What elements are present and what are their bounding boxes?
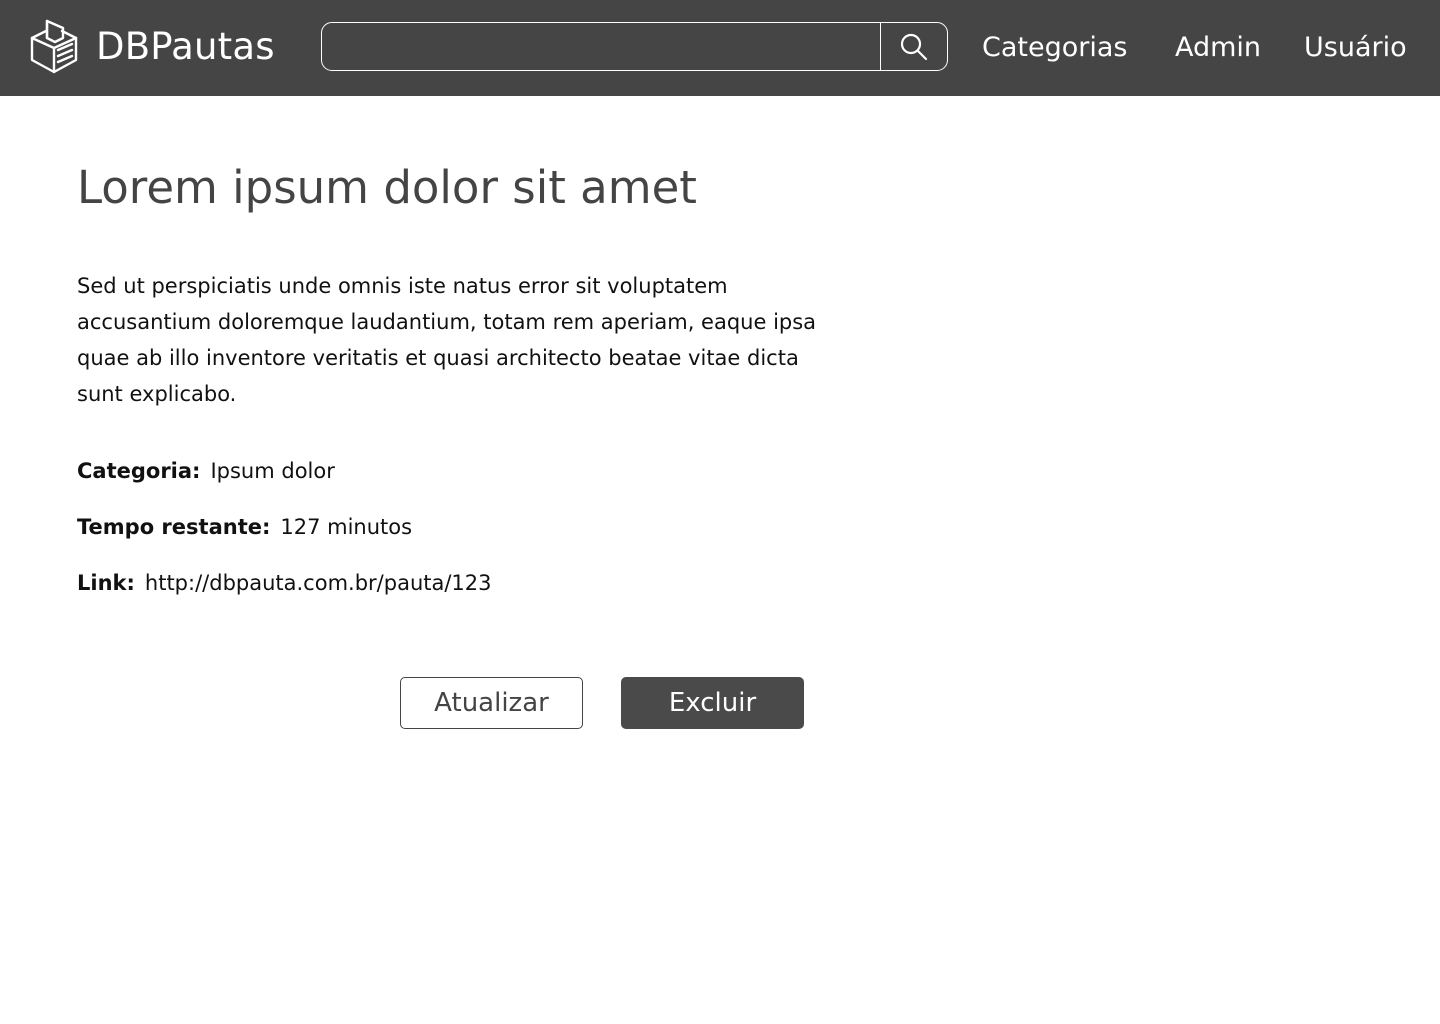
categoria-value: Ipsum dolor (210, 459, 335, 483)
pauta-description: Sed ut perspiciatis unde omnis iste natu… (77, 274, 817, 406)
link-label: Link: (77, 571, 135, 595)
delete-button[interactable]: Excluir (621, 677, 804, 729)
search-bar (321, 22, 948, 71)
search-input[interactable] (322, 23, 880, 70)
search-button[interactable] (880, 23, 947, 70)
nav-link-admin[interactable]: Admin (1175, 28, 1261, 68)
page-title: Lorem ipsum dolor sit amet (77, 161, 697, 214)
pauta-link[interactable]: http://dbpauta.com.br/pauta/123 (145, 571, 492, 595)
search-icon (900, 33, 928, 60)
navbar: DBPautas Categorias Admin Usuário (0, 0, 1440, 96)
update-button[interactable]: Atualizar (400, 677, 583, 729)
nav-link-categorias[interactable]: Categorias (982, 28, 1127, 68)
tempo-restante-row: Tempo restante: 127 minutos (77, 512, 412, 542)
brand-name: DBPautas (96, 24, 275, 68)
categoria-label: Categoria: (77, 459, 201, 483)
tempo-restante-value: 127 minutos (280, 515, 413, 539)
nav-link-usuario[interactable]: Usuário (1304, 28, 1407, 68)
link-row: Link: http://dbpauta.com.br/pauta/123 (77, 568, 492, 598)
tempo-restante-label: Tempo restante: (77, 515, 271, 539)
categoria-row: Categoria: Ipsum dolor (77, 456, 335, 486)
brand-home-link[interactable]: DBPautas (28, 16, 275, 76)
ballot-box-icon (30, 19, 78, 74)
